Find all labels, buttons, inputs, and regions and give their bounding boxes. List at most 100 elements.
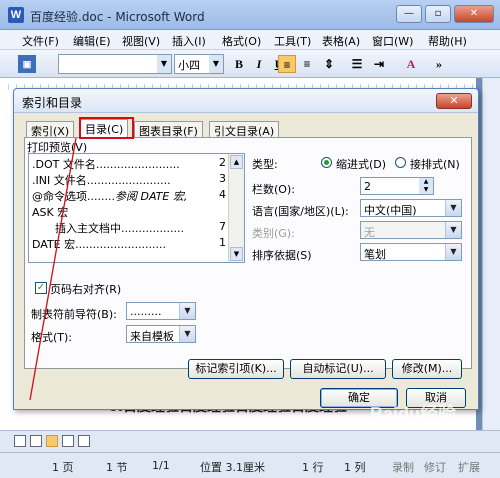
font-size-value: 小四: [178, 59, 200, 72]
align-center-icon[interactable]: ≡: [298, 55, 316, 73]
menu-table[interactable]: 表格(A): [322, 33, 360, 49]
preview-row: @命令选项........参阅 DATE 宏, 4: [32, 188, 226, 203]
automark-button[interactable]: 自动标记(U)...: [290, 359, 386, 379]
preview-row: .INI 文件名........................ 3: [32, 172, 226, 187]
tab-authorities[interactable]: 引文目录(A): [209, 121, 280, 138]
chevron-down-icon: ▼: [209, 55, 223, 73]
status-record[interactable]: 录制: [392, 459, 414, 475]
chevron-down-icon: ▼: [445, 222, 461, 238]
menu-insert[interactable]: 插入(I): [172, 33, 206, 49]
menu-help[interactable]: 帮助(H): [428, 33, 467, 49]
title-bar: W 百度经验.doc - Microsoft Word — ▫ ✕: [0, 0, 500, 30]
status-column: 1 列: [344, 461, 366, 474]
menu-tools[interactable]: 工具(T): [274, 33, 311, 49]
menu-bar: 文件(F) 编辑(E) 视图(V) 插入(I) 格式(O) 工具(T) 表格(A…: [0, 30, 500, 50]
save-icon[interactable]: ▣: [18, 55, 36, 73]
toolbar-options-icon[interactable]: »: [430, 55, 448, 73]
highlight-box: [79, 117, 134, 139]
status-line: 1 行: [302, 461, 324, 474]
radio-runin-label[interactable]: 接排式(N): [410, 156, 460, 172]
status-pages: 1/1: [152, 459, 170, 472]
bold-button[interactable]: B: [230, 55, 248, 73]
preview-row: .DOT 文件名........................ 2: [32, 156, 226, 171]
window-title: 百度经验.doc - Microsoft Word: [30, 10, 205, 24]
right-align-label[interactable]: 页码右对齐(R): [50, 281, 121, 297]
sort-label: 排序依据(S): [252, 249, 312, 262]
format-value: 来自模板: [130, 330, 174, 343]
category-value: 无: [364, 226, 375, 239]
close-window-button[interactable]: ✕: [454, 5, 494, 23]
category-select: 无 ▼: [360, 221, 462, 239]
maximize-button[interactable]: ▫: [425, 5, 451, 23]
view-buttons-bar: [0, 430, 500, 452]
indent-icon[interactable]: ⇥: [370, 55, 388, 73]
preview-row: DATE 宏.......................... 1: [32, 236, 226, 251]
preview-scrollbar[interactable]: ▲ ▼: [228, 154, 244, 262]
status-position: 位置 3.1厘米: [200, 461, 265, 474]
baidu-watermark: Baidu经验: [370, 404, 457, 424]
reading-view-icon[interactable]: [78, 435, 90, 447]
columns-spinner[interactable]: 2 ▲ ▼: [360, 177, 434, 195]
vertical-scrollbar[interactable]: [482, 78, 500, 430]
index-and-tables-dialog: 索引和目录 ✕ 索引(X) 目录(C) 图表目录(F) 引文目录(A) 打印预览…: [13, 88, 479, 410]
tab-figures[interactable]: 图表目录(F): [134, 121, 203, 138]
minimize-button[interactable]: —: [396, 5, 422, 23]
columns-label: 栏数(O):: [252, 183, 295, 196]
italic-button[interactable]: I: [250, 55, 268, 73]
status-extend[interactable]: 扩展: [458, 459, 480, 475]
radio-indented-label[interactable]: 缩进式(D): [336, 156, 386, 172]
numbering-icon[interactable]: ☰: [348, 55, 366, 73]
radio-indented[interactable]: [321, 157, 332, 168]
leader-value: .........: [130, 305, 162, 318]
status-page: 1 页: [52, 461, 74, 474]
normal-view-icon[interactable]: [14, 435, 26, 447]
status-bar: 1 页 1 节 1/1 位置 3.1厘米 1 行 1 列 录制 修订 扩展: [0, 452, 500, 478]
menu-window[interactable]: 窗口(W): [372, 33, 413, 49]
spin-arrows-icon[interactable]: ▲ ▼: [419, 178, 433, 194]
format-select[interactable]: 来自模板 ▼: [126, 325, 196, 343]
menu-view[interactable]: 视图(V): [122, 33, 160, 49]
preview-row: ASK 宏: [32, 206, 69, 219]
chevron-down-icon: ▼: [157, 55, 171, 73]
line-spacing-icon[interactable]: ⇕: [320, 55, 338, 73]
leader-select[interactable]: ......... ▼: [126, 302, 196, 320]
dialog-title-bar[interactable]: 索引和目录 ✕: [14, 89, 478, 113]
status-section: 1 节: [106, 461, 128, 474]
font-color-button[interactable]: A: [402, 55, 420, 73]
chevron-down-icon: ▼: [179, 303, 195, 319]
scroll-down-icon[interactable]: ▼: [230, 247, 243, 261]
align-left-icon[interactable]: ≡: [278, 55, 296, 73]
right-align-checkbox[interactable]: ✓: [35, 282, 47, 294]
status-revision[interactable]: 修订: [424, 459, 446, 475]
columns-value: 2: [364, 180, 371, 193]
tab-index[interactable]: 索引(X): [26, 121, 75, 138]
print-view-icon[interactable]: [46, 435, 58, 447]
formatting-toolbar: ▣ ▼ 小四▼ B I U ≡ ≡ ⇕ ☰ ⇥ A »: [0, 50, 500, 78]
type-label: 类型:: [252, 158, 278, 171]
menu-file[interactable]: 文件(F): [22, 33, 59, 49]
modify-button[interactable]: 修改(M)...: [392, 359, 462, 379]
leader-label: 制表符前导符(B):: [31, 308, 117, 321]
dialog-title: 索引和目录: [22, 96, 83, 110]
word-app-icon[interactable]: W: [8, 7, 24, 23]
menu-edit[interactable]: 编辑(E): [73, 33, 111, 49]
language-select[interactable]: 中文(中国) ▼: [360, 199, 462, 217]
chevron-down-icon: ▼: [445, 244, 461, 260]
mark-entry-button[interactable]: 标记索引项(K)...: [188, 359, 284, 379]
web-view-icon[interactable]: [30, 435, 42, 447]
font-name-select[interactable]: ▼: [58, 54, 172, 74]
chevron-down-icon: ▼: [445, 200, 461, 216]
radio-runin[interactable]: [395, 157, 406, 168]
font-size-select[interactable]: 小四 ▼: [174, 54, 224, 74]
language-value: 中文(中国): [364, 204, 417, 217]
print-preview-box: .DOT 文件名........................ 2 .INI 文…: [28, 153, 245, 263]
dialog-close-button[interactable]: ✕: [436, 93, 472, 109]
category-label: 类别(G):: [252, 227, 295, 240]
menu-format[interactable]: 格式(O): [222, 33, 261, 49]
sort-select[interactable]: 笔划 ▼: [360, 243, 462, 261]
scroll-up-icon[interactable]: ▲: [230, 155, 243, 169]
language-label: 语言(国家/地区)(L):: [252, 205, 349, 218]
chevron-down-icon: ▼: [179, 326, 195, 342]
preview-row: 插入主文档中.................. 7: [55, 220, 226, 235]
outline-view-icon[interactable]: [62, 435, 74, 447]
